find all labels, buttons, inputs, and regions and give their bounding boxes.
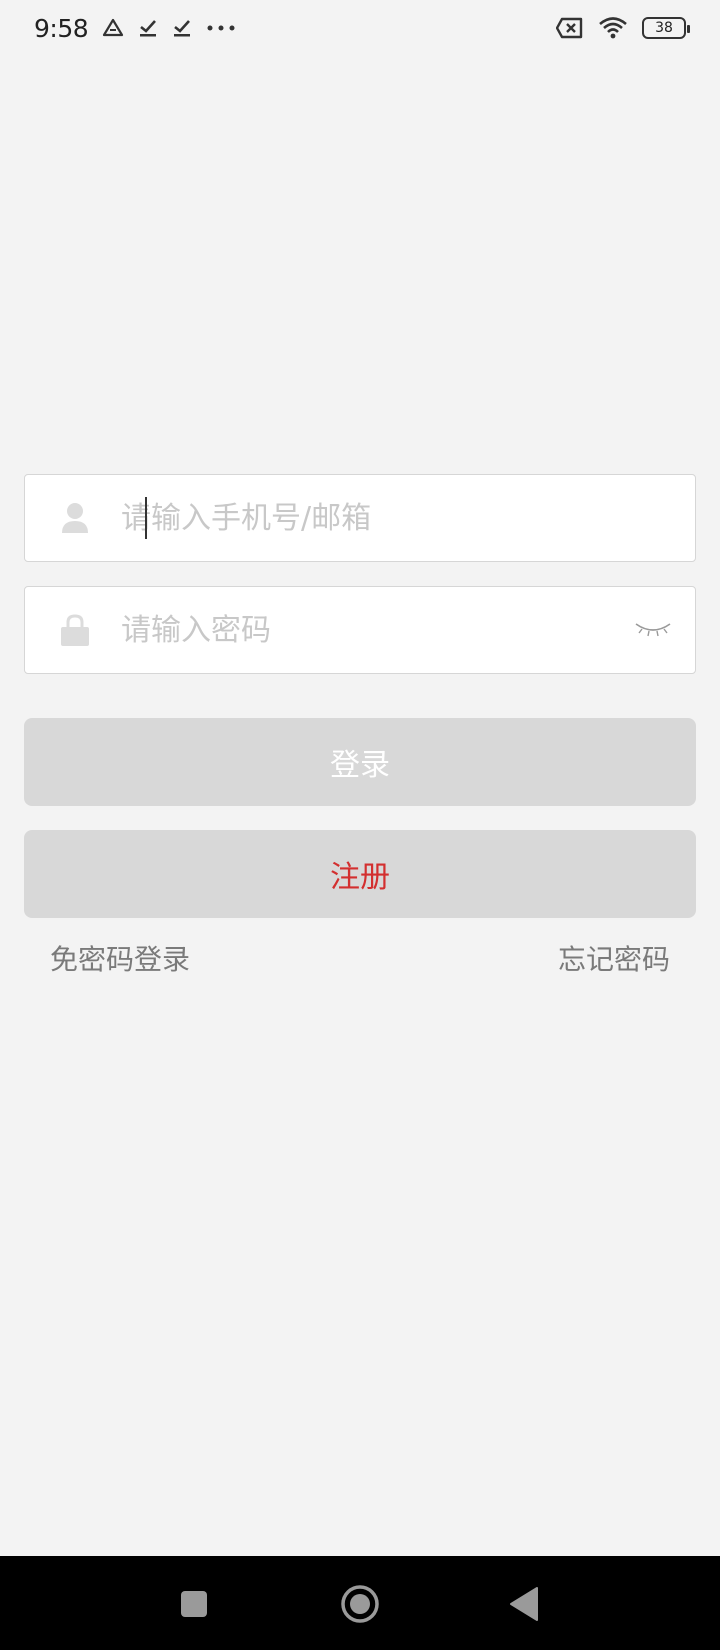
register-button[interactable]: 注册 [24,830,696,918]
eye-closed-icon[interactable] [631,608,675,652]
no-sim-icon [556,17,584,39]
login-button[interactable]: 登录 [24,718,696,806]
password-input[interactable] [121,600,631,660]
text-cursor [145,497,147,539]
lock-icon [53,608,97,652]
check-icon [138,18,158,38]
home-icon[interactable] [340,1584,380,1624]
forgot-password-link[interactable]: 忘记密码 [558,938,670,978]
battery-icon: 38 [642,17,690,39]
battery-level: 38 [655,20,673,36]
passwordless-login-link[interactable]: 免密码登录 [50,938,190,978]
more-dots-icon [206,24,236,32]
status-bar: 9:58 38 [0,0,720,56]
status-left: 9:58 [34,14,236,43]
wifi-icon [598,16,628,40]
back-icon[interactable] [506,1584,542,1624]
username-input[interactable] [121,488,695,548]
drive-icon [102,18,124,38]
password-field[interactable] [24,586,696,674]
system-nav-bar [0,1556,720,1650]
check-icon [172,18,192,38]
user-icon [53,496,97,540]
username-field[interactable] [24,474,696,562]
recent-apps-icon[interactable] [176,1586,212,1622]
status-time: 9:58 [34,13,89,43]
status-right: 38 [556,16,690,40]
